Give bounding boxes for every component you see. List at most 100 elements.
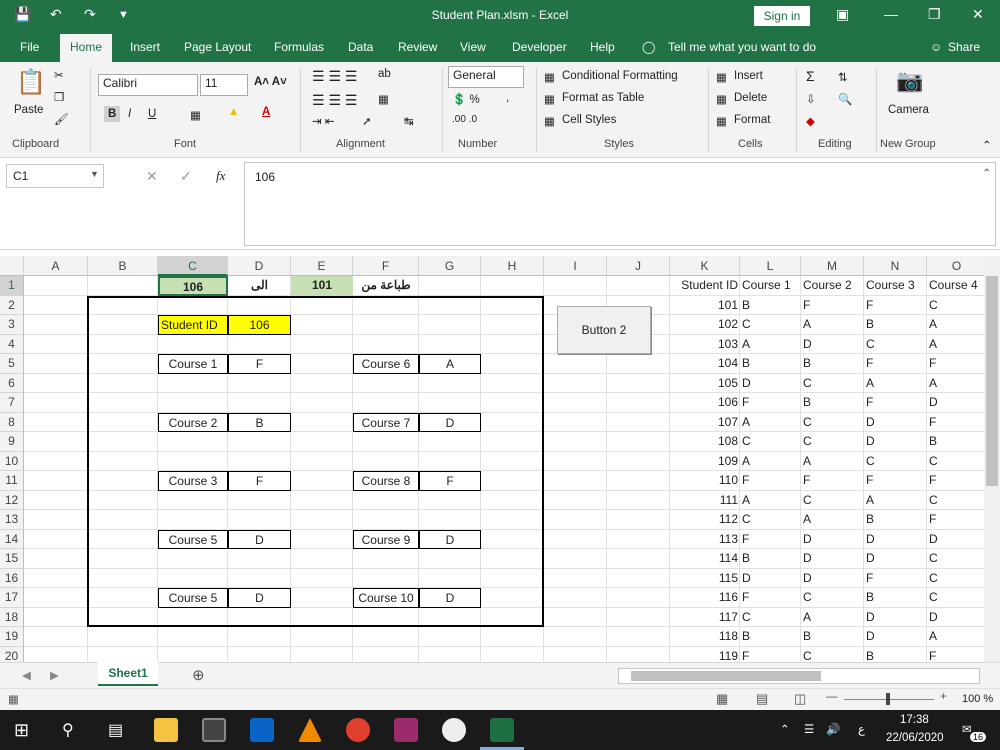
language-indicator[interactable]: ع [858, 722, 865, 736]
tell-me-search[interactable]: Tell me what you want to do [668, 40, 816, 54]
row-header-8[interactable]: 8 [0, 412, 24, 432]
table-cell[interactable]: F [927, 510, 984, 530]
prev-sheet-icon[interactable]: ◀ [22, 668, 31, 682]
table-cell[interactable]: F [864, 296, 927, 316]
table-cell[interactable]: A [740, 491, 801, 511]
tab-home[interactable]: Home [60, 34, 113, 62]
row-header-5[interactable]: 5 [0, 354, 24, 374]
table-cell[interactable]: A [740, 335, 801, 355]
table-cell[interactable]: A [927, 374, 984, 394]
sheet-tab-sheet1[interactable]: Sheet1 [98, 662, 158, 686]
table-cell[interactable]: A [864, 374, 927, 394]
table-cell[interactable]: A [801, 510, 864, 530]
find-select-icon[interactable]: 🔍 [838, 92, 852, 106]
table-cell[interactable]: C [927, 296, 984, 316]
excel-taskbar-icon[interactable] [490, 718, 514, 742]
row-header-2[interactable]: 2 [0, 295, 24, 315]
minimize-icon[interactable]: — [884, 6, 898, 22]
table-cell[interactable]: B [740, 354, 801, 374]
font-color-icon[interactable]: A [262, 106, 270, 118]
table-cell[interactable]: C [864, 452, 927, 472]
table-cell[interactable]: D [801, 549, 864, 569]
row-header-14[interactable]: 14 [0, 529, 24, 549]
table-cell[interactable]: D [927, 530, 984, 550]
table-cell[interactable]: F [864, 393, 927, 413]
accounting-icon[interactable]: 💲 % [452, 92, 480, 106]
table-cell[interactable]: D [864, 413, 927, 433]
underline-icon[interactable]: U [148, 108, 156, 120]
font-name-box[interactable]: Calibri [98, 74, 198, 96]
next-sheet-icon[interactable]: ▶ [50, 668, 59, 682]
table-cell[interactable]: A [801, 608, 864, 628]
table-cell[interactable]: 101 [670, 296, 740, 316]
conditional-formatting-icon[interactable]: ▦ [544, 70, 555, 84]
table-cell[interactable]: B [864, 510, 927, 530]
table-cell[interactable]: D [801, 530, 864, 550]
comma-icon[interactable]: , [506, 92, 509, 104]
chrome-icon[interactable] [346, 718, 370, 742]
table-header[interactable]: Course 4 [927, 276, 984, 296]
table-cell[interactable]: D [740, 569, 801, 589]
table-cell[interactable]: A [740, 452, 801, 472]
collapse-ribbon-icon[interactable]: ⌃ [982, 138, 992, 152]
table-cell[interactable]: 106 [670, 393, 740, 413]
table-cell[interactable]: F [801, 296, 864, 316]
column-header-m[interactable]: M [801, 256, 864, 276]
vlc-icon[interactable] [298, 718, 322, 742]
insert-cells-icon[interactable]: ▦ [716, 70, 727, 84]
sort-filter-icon[interactable]: ⇅ [838, 70, 848, 84]
table-cell[interactable]: B [740, 627, 801, 647]
sign-in-button[interactable]: Sign in [754, 6, 810, 26]
table-cell[interactable]: F [740, 393, 801, 413]
column-header-f[interactable]: F [353, 256, 419, 276]
font-size-box[interactable]: 11 [200, 74, 248, 96]
table-cell[interactable]: C [927, 452, 984, 472]
close-icon[interactable]: ✕ [972, 6, 984, 23]
expand-formula-icon[interactable]: ⌃ [982, 166, 992, 180]
tab-data[interactable]: Data [348, 40, 373, 54]
merge-icon[interactable]: ▦ [378, 92, 389, 106]
table-cell[interactable]: F [864, 569, 927, 589]
column-header-h[interactable]: H [481, 256, 544, 276]
table-cell[interactable]: C [927, 569, 984, 589]
table-cell[interactable]: 103 [670, 335, 740, 355]
store-icon[interactable] [202, 718, 226, 742]
table-cell[interactable]: F [864, 354, 927, 374]
format-painter-icon[interactable]: 🖌 [54, 112, 69, 126]
zoom-slider-thumb[interactable] [886, 693, 890, 705]
mail-icon[interactable] [250, 718, 274, 742]
winrar-icon[interactable] [394, 718, 418, 742]
volume-icon[interactable]: 🔊 [826, 722, 840, 736]
conditional-formatting-button[interactable]: Conditional Formatting [562, 70, 678, 82]
table-header[interactable]: Course 1 [740, 276, 801, 296]
row-header-15[interactable]: 15 [0, 549, 24, 569]
clock-app-icon[interactable] [442, 718, 466, 742]
table-cell[interactable]: 119 [670, 647, 740, 663]
column-header-d[interactable]: D [228, 256, 291, 276]
table-cell[interactable]: 111 [670, 491, 740, 511]
ribbon-display-icon[interactable]: ▣ [836, 6, 849, 23]
table-cell[interactable]: 118 [670, 627, 740, 647]
table-cell[interactable]: A [927, 627, 984, 647]
table-cell[interactable]: C [927, 491, 984, 511]
table-cell[interactable]: D [864, 627, 927, 647]
cell-e1[interactable]: 101 [291, 276, 353, 296]
row-header-3[interactable]: 3 [0, 315, 24, 335]
table-cell[interactable]: 116 [670, 588, 740, 608]
table-cell[interactable]: F [927, 354, 984, 374]
tab-review[interactable]: Review [398, 40, 437, 54]
horizontal-scroll-thumb[interactable] [631, 671, 821, 681]
row-header-13[interactable]: 13 [0, 510, 24, 530]
table-cell[interactable]: B [864, 647, 927, 663]
table-cell[interactable]: A [801, 315, 864, 335]
table-cell[interactable]: C [801, 432, 864, 452]
show-hidden-icons[interactable]: ⌃ [780, 722, 790, 736]
table-cell[interactable]: C [740, 510, 801, 530]
tab-formulas[interactable]: Formulas [274, 40, 324, 54]
table-cell[interactable]: F [740, 471, 801, 491]
orientation-icon[interactable]: ➚ [362, 114, 372, 128]
table-cell[interactable]: C [927, 588, 984, 608]
camera-button[interactable]: Camera [888, 104, 929, 116]
bold-icon[interactable]: B [104, 106, 121, 122]
row-header-20[interactable]: 20 [0, 646, 24, 662]
